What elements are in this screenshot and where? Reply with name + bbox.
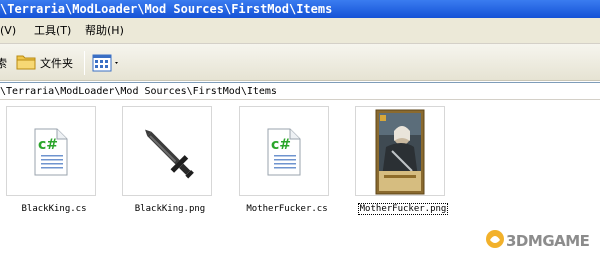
csharp-file-icon: c# [34, 128, 68, 176]
address-bar[interactable]: \Terraria\ModLoader\Mod Sources\FirstMod… [0, 82, 600, 100]
toolbar: 索 文件夹 [0, 44, 600, 81]
window-title-bar: \Terraria\ModLoader\Mod Sources\FirstMod… [0, 0, 600, 18]
menu-bar: (V) 工具(T) 帮助(H) [0, 18, 600, 44]
file-thumbnail: c# [6, 106, 96, 196]
watermark-text: 3DMGAME [506, 232, 590, 250]
menu-help[interactable]: 帮助(H) [85, 18, 124, 44]
sword-image-icon [145, 129, 194, 179]
card-image-icon [375, 109, 425, 195]
toolbar-separator [84, 51, 85, 75]
menu-tools[interactable]: 工具(T) [34, 18, 71, 44]
svg-text:c#: c# [38, 137, 58, 153]
file-name: BlackKing.png [134, 204, 206, 214]
site-watermark: 3DMGAME [484, 228, 600, 252]
file-view: c# BlackKing.cs BlackKing.png c# MotherF… [0, 100, 600, 254]
views-icon[interactable] [91, 53, 121, 73]
svg-text:c#: c# [271, 137, 291, 153]
csharp-file-icon: c# [267, 128, 301, 176]
file-thumbnail: c# [239, 106, 329, 196]
address-path: \Terraria\ModLoader\Mod Sources\FirstMod… [0, 86, 277, 97]
logo-icon [486, 230, 504, 248]
folders-icon [16, 55, 36, 70]
search-button-label[interactable]: 索 [0, 55, 7, 71]
file-name: MotherFucker.cs [246, 204, 328, 214]
window-title: \Terraria\ModLoader\Mod Sources\FirstMod… [0, 2, 333, 16]
menu-view[interactable]: (V) [0, 18, 16, 44]
file-thumbnail [355, 106, 445, 196]
file-thumbnail [122, 106, 212, 196]
folders-button[interactable]: 文件夹 [40, 55, 73, 71]
file-name: MotherFucker.png [357, 203, 449, 215]
file-name: BlackKing.cs [21, 204, 87, 214]
